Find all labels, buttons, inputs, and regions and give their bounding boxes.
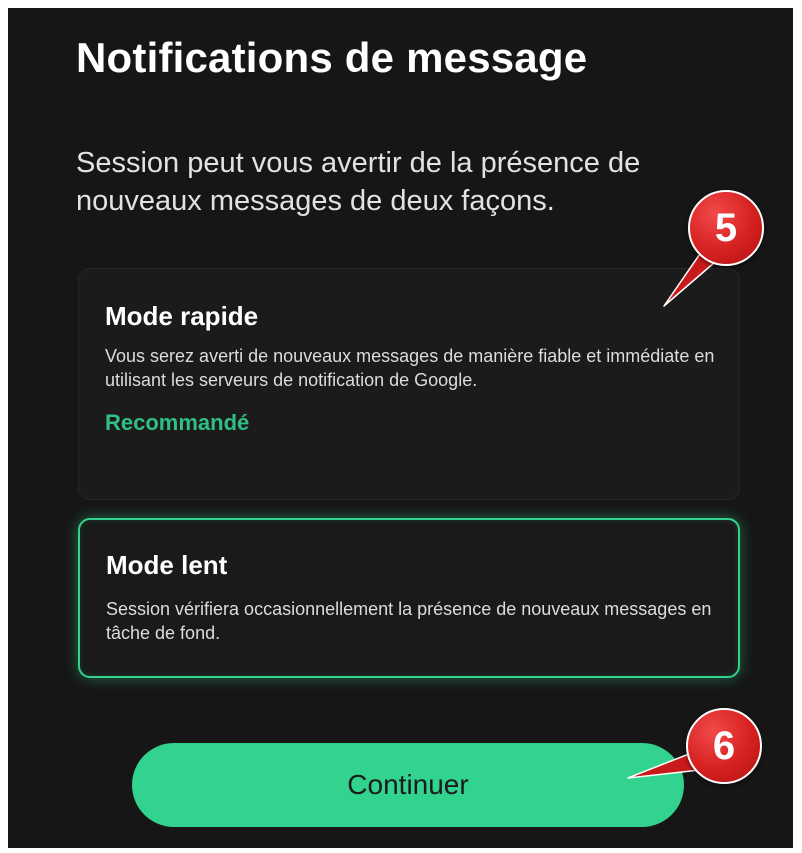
continue-button[interactable]: Continuer: [132, 743, 684, 827]
option-description: Session vérifiera occasionnellement la p…: [106, 599, 712, 643]
option-slow-mode[interactable]: Mode lent Session vérifiera occasionnell…: [78, 518, 740, 678]
recommended-badge: Recommandé: [105, 410, 250, 435]
intro-text: Session peut vous avertir de la présence…: [76, 147, 641, 217]
notifications-screen: Notifications de message Session peut vo…: [8, 8, 793, 848]
option-title: Mode lent: [106, 550, 228, 580]
page-title: Notifications de message: [76, 34, 588, 81]
option-title: Mode rapide: [105, 301, 259, 331]
option-fast-mode[interactable]: Mode rapide Vous serez averti de nouveau…: [78, 268, 740, 500]
callout-badge-6: 6: [686, 708, 762, 784]
option-description: Vous serez averti de nouveaux messages d…: [105, 346, 715, 390]
callout-badge-5: 5: [688, 190, 764, 266]
